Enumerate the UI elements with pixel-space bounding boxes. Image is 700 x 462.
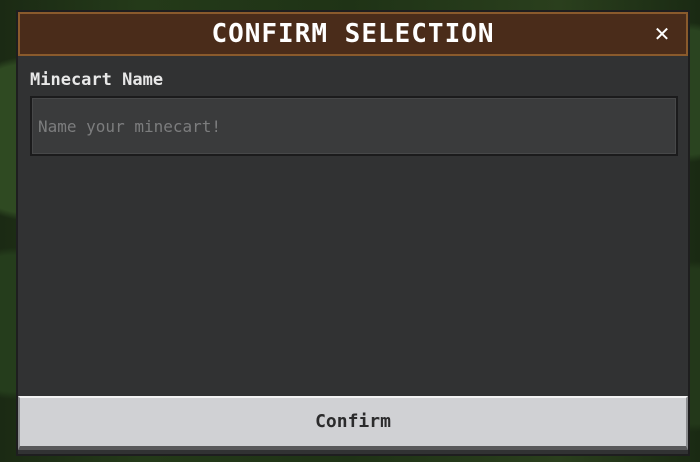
confirm-button[interactable]: Confirm [18, 396, 688, 450]
close-icon[interactable]: ✕ [648, 20, 676, 48]
dialog-title-bar: CONFIRM SELECTION ✕ [18, 12, 688, 56]
dialog-title: CONFIRM SELECTION [211, 19, 495, 49]
minecart-name-input[interactable] [30, 96, 678, 156]
confirm-selection-dialog: CONFIRM SELECTION ✕ Minecart Name Confir… [16, 10, 690, 456]
minecart-name-label: Minecart Name [30, 70, 164, 90]
